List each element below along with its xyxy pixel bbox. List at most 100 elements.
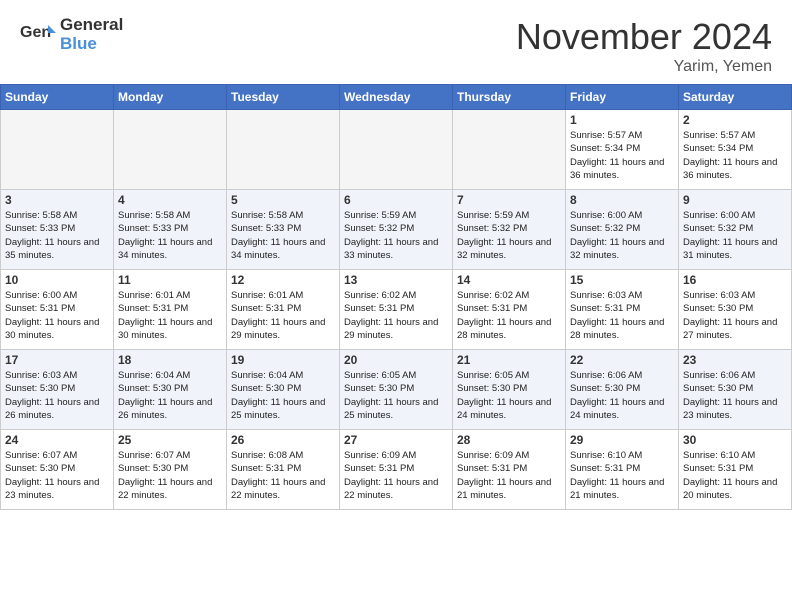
calendar-cell: 18 Sunrise: 6:04 AMSunset: 5:30 PMDayligh… [114, 350, 227, 430]
calendar-cell: 17 Sunrise: 6:03 AMSunset: 5:30 PMDayligh… [1, 350, 114, 430]
day-info: Sunrise: 6:05 AMSunset: 5:30 PMDaylight:… [344, 369, 448, 422]
day-number: 3 [5, 193, 109, 207]
day-info: Sunrise: 5:57 AMSunset: 5:34 PMDaylight:… [683, 129, 787, 182]
day-number: 21 [457, 353, 561, 367]
day-number: 13 [344, 273, 448, 287]
day-info: Sunrise: 6:07 AMSunset: 5:30 PMDaylight:… [5, 449, 109, 502]
logo: Gen General Blue [20, 16, 123, 53]
day-info: Sunrise: 6:01 AMSunset: 5:31 PMDaylight:… [118, 289, 222, 342]
calendar-cell: 9 Sunrise: 6:00 AMSunset: 5:32 PMDaylight… [679, 190, 792, 270]
calendar-cell: 27 Sunrise: 6:09 AMSunset: 5:31 PMDayligh… [340, 430, 453, 510]
day-number: 28 [457, 433, 561, 447]
day-number: 25 [118, 433, 222, 447]
day-number: 1 [570, 113, 674, 127]
calendar-cell: 7Sunrise: 5:59 AMSunset: 5:32 PMDaylight… [453, 190, 566, 270]
day-info: Sunrise: 6:10 AMSunset: 5:31 PMDaylight:… [570, 449, 674, 502]
calendar-cell: 23 Sunrise: 6:06 AMSunset: 5:30 PMDayligh… [679, 350, 792, 430]
day-info: Sunrise: 6:00 AMSunset: 5:32 PMDaylight:… [683, 209, 787, 262]
logo-text: General Blue [60, 16, 123, 53]
day-number: 22 [570, 353, 674, 367]
calendar-week-row: 24 Sunrise: 6:07 AMSunset: 5:30 PMDayligh… [1, 430, 792, 510]
weekday-header: Tuesday [227, 85, 340, 110]
calendar-cell: 16 Sunrise: 6:03 AMSunset: 5:30 PMDayligh… [679, 270, 792, 350]
calendar-cell: 22 Sunrise: 6:06 AMSunset: 5:30 PMDayligh… [566, 350, 679, 430]
calendar-cell: 3 Sunrise: 5:58 AMSunset: 5:33 PMDaylight… [1, 190, 114, 270]
calendar-cell: 2Sunrise: 5:57 AMSunset: 5:34 PMDaylight… [679, 110, 792, 190]
day-info: Sunrise: 6:04 AMSunset: 5:30 PMDaylight:… [231, 369, 335, 422]
day-info: Sunrise: 6:03 AMSunset: 5:30 PMDaylight:… [683, 289, 787, 342]
calendar-cell: 15 Sunrise: 6:03 AMSunset: 5:31 PMDayligh… [566, 270, 679, 350]
title-block: November 2024 Yarim, Yemen [516, 16, 772, 76]
day-info: Sunrise: 6:05 AMSunset: 5:30 PMDaylight:… [457, 369, 561, 422]
day-info: Sunrise: 6:06 AMSunset: 5:30 PMDaylight:… [570, 369, 674, 422]
calendar-cell: 14 Sunrise: 6:02 AMSunset: 5:31 PMDayligh… [453, 270, 566, 350]
calendar-cell: 5Sunrise: 5:58 AMSunset: 5:33 PMDaylight… [227, 190, 340, 270]
calendar-cell: 26 Sunrise: 6:08 AMSunset: 5:31 PMDayligh… [227, 430, 340, 510]
calendar-cell: 20 Sunrise: 6:05 AMSunset: 5:30 PMDayligh… [340, 350, 453, 430]
day-number: 18 [118, 353, 222, 367]
day-info: Sunrise: 6:00 AMSunset: 5:32 PMDaylight:… [570, 209, 674, 262]
page-header: Gen General Blue November 2024 Yarim, Ye… [0, 0, 792, 84]
day-number: 14 [457, 273, 561, 287]
day-number: 11 [118, 273, 222, 287]
day-number: 24 [5, 433, 109, 447]
day-info: Sunrise: 6:02 AMSunset: 5:31 PMDaylight:… [457, 289, 561, 342]
day-number: 16 [683, 273, 787, 287]
calendar-cell: 28 Sunrise: 6:09 AMSunset: 5:31 PMDayligh… [453, 430, 566, 510]
day-info: Sunrise: 6:02 AMSunset: 5:31 PMDaylight:… [344, 289, 448, 342]
location: Yarim, Yemen [516, 58, 772, 76]
day-number: 26 [231, 433, 335, 447]
day-number: 19 [231, 353, 335, 367]
calendar-cell [340, 110, 453, 190]
day-info: Sunrise: 6:07 AMSunset: 5:30 PMDaylight:… [118, 449, 222, 502]
svg-text:Gen: Gen [20, 24, 51, 41]
calendar-cell: 10Sunrise: 6:00 AMSunset: 5:31 PMDayligh… [1, 270, 114, 350]
calendar-cell: 13 Sunrise: 6:02 AMSunset: 5:31 PMDayligh… [340, 270, 453, 350]
weekday-header: Friday [566, 85, 679, 110]
day-info: Sunrise: 5:59 AMSunset: 5:32 PMDaylight:… [344, 209, 448, 262]
day-info: Sunrise: 6:00 AMSunset: 5:31 PMDaylight:… [5, 289, 109, 342]
day-number: 5 [231, 193, 335, 207]
calendar-week-row: 1 Sunrise: 5:57 AMSunset: 5:34 PMDaylight… [1, 110, 792, 190]
day-number: 4 [118, 193, 222, 207]
day-number: 9 [683, 193, 787, 207]
weekday-header: Saturday [679, 85, 792, 110]
day-number: 20 [344, 353, 448, 367]
calendar-cell: 1 Sunrise: 5:57 AMSunset: 5:34 PMDaylight… [566, 110, 679, 190]
day-info: Sunrise: 5:58 AMSunset: 5:33 PMDaylight:… [5, 209, 109, 262]
day-info: Sunrise: 6:06 AMSunset: 5:30 PMDaylight:… [683, 369, 787, 422]
weekday-header: Monday [114, 85, 227, 110]
day-info: Sunrise: 6:10 AMSunset: 5:31 PMDaylight:… [683, 449, 787, 502]
calendar-cell: 11 Sunrise: 6:01 AMSunset: 5:31 PMDayligh… [114, 270, 227, 350]
weekday-header-row: SundayMondayTuesdayWednesdayThursdayFrid… [1, 85, 792, 110]
day-number: 27 [344, 433, 448, 447]
day-number: 15 [570, 273, 674, 287]
day-info: Sunrise: 6:09 AMSunset: 5:31 PMDaylight:… [344, 449, 448, 502]
day-number: 29 [570, 433, 674, 447]
day-info: Sunrise: 6:09 AMSunset: 5:31 PMDaylight:… [457, 449, 561, 502]
logo-general: General [60, 16, 123, 35]
calendar-week-row: 17 Sunrise: 6:03 AMSunset: 5:30 PMDayligh… [1, 350, 792, 430]
calendar-cell [227, 110, 340, 190]
calendar-cell: 19 Sunrise: 6:04 AMSunset: 5:30 PMDayligh… [227, 350, 340, 430]
day-info: Sunrise: 6:04 AMSunset: 5:30 PMDaylight:… [118, 369, 222, 422]
day-info: Sunrise: 6:03 AMSunset: 5:31 PMDaylight:… [570, 289, 674, 342]
weekday-header: Wednesday [340, 85, 453, 110]
day-number: 23 [683, 353, 787, 367]
calendar-week-row: 10Sunrise: 6:00 AMSunset: 5:31 PMDayligh… [1, 270, 792, 350]
day-number: 30 [683, 433, 787, 447]
calendar-table: SundayMondayTuesdayWednesdayThursdayFrid… [0, 84, 792, 510]
calendar-cell: 6Sunrise: 5:59 AMSunset: 5:32 PMDaylight… [340, 190, 453, 270]
day-info: Sunrise: 5:57 AMSunset: 5:34 PMDaylight:… [570, 129, 674, 182]
calendar-cell: 8Sunrise: 6:00 AMSunset: 5:32 PMDaylight… [566, 190, 679, 270]
day-info: Sunrise: 6:08 AMSunset: 5:31 PMDaylight:… [231, 449, 335, 502]
day-info: Sunrise: 6:01 AMSunset: 5:31 PMDaylight:… [231, 289, 335, 342]
day-number: 17 [5, 353, 109, 367]
calendar-cell: 25 Sunrise: 6:07 AMSunset: 5:30 PMDayligh… [114, 430, 227, 510]
calendar-cell: 29 Sunrise: 6:10 AMSunset: 5:31 PMDayligh… [566, 430, 679, 510]
calendar-cell: 24 Sunrise: 6:07 AMSunset: 5:30 PMDayligh… [1, 430, 114, 510]
day-info: Sunrise: 5:59 AMSunset: 5:32 PMDaylight:… [457, 209, 561, 262]
day-info: Sunrise: 6:03 AMSunset: 5:30 PMDaylight:… [5, 369, 109, 422]
calendar-cell: 30 Sunrise: 6:10 AMSunset: 5:31 PMDayligh… [679, 430, 792, 510]
weekday-header: Thursday [453, 85, 566, 110]
